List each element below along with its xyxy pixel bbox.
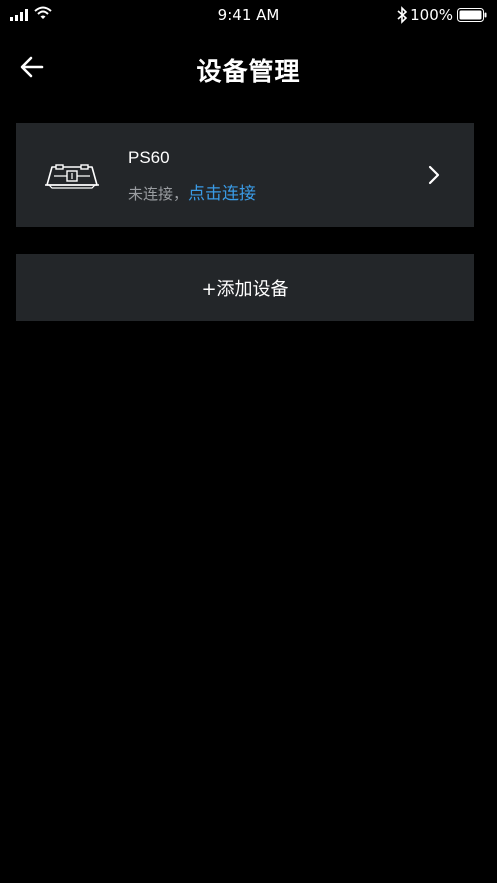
connect-link[interactable]: 点击连接 <box>188 184 256 204</box>
chevron-right-icon <box>428 165 440 185</box>
status-bar: 9:41 AM 100% <box>0 0 497 32</box>
battery-percent: 100% <box>410 6 453 24</box>
device-name: PS60 <box>128 148 170 167</box>
device-status-text: 未连接， <box>128 185 189 203</box>
page-title: 设备管理 <box>196 57 301 86</box>
battery-icon <box>457 8 487 22</box>
keyboard-device-icon <box>45 164 99 189</box>
status-right: 100% <box>396 5 487 25</box>
add-device-button[interactable]: +添加设备 <box>16 254 474 321</box>
device-card-ps60[interactable]: PS60 未连接，点击连接 <box>16 123 474 227</box>
device-status: 未连接，点击连接 <box>128 179 256 204</box>
navigation-bar: 设备管理 <box>0 40 497 94</box>
bluetooth-icon <box>397 6 408 24</box>
